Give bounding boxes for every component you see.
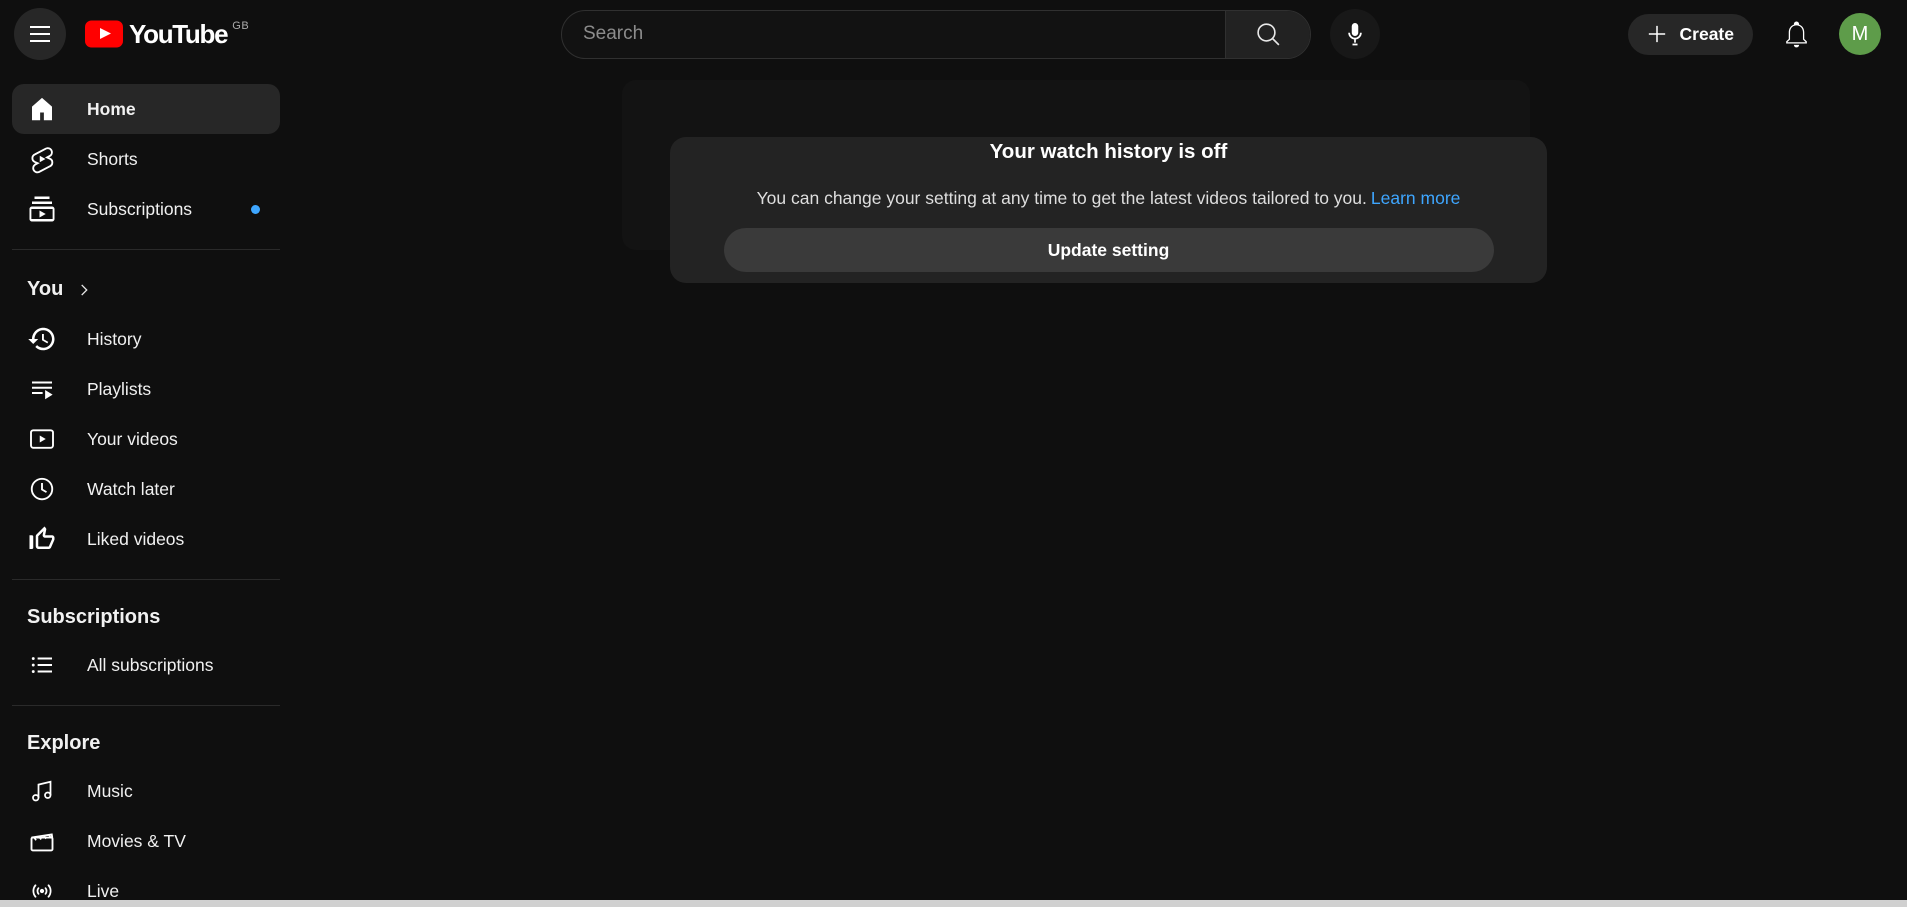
- shorts-icon: [27, 144, 57, 174]
- mic-button[interactable]: [1330, 9, 1380, 59]
- sidebar-item-movies-tv[interactable]: Movies & TV: [12, 816, 280, 866]
- learn-more-link[interactable]: Learn more: [1371, 188, 1461, 208]
- country-code: GB: [232, 20, 249, 32]
- your-videos-icon: [27, 424, 57, 454]
- sidebar-item-shorts[interactable]: Shorts: [12, 134, 280, 184]
- create-button[interactable]: Create: [1628, 14, 1753, 55]
- topbar-right: Create M: [1628, 0, 1881, 68]
- sidebar-item-label: Movies & TV: [87, 831, 186, 852]
- avatar-initial: M: [1852, 23, 1869, 46]
- sidebar-item-playlists[interactable]: Playlists: [12, 364, 280, 414]
- youtube-logo[interactable]: YouTube GB: [84, 18, 249, 51]
- youtube-wordmark: YouTube: [129, 18, 227, 51]
- sidebar-item-all-subscriptions[interactable]: All subscriptions: [12, 640, 280, 690]
- avatar[interactable]: M: [1839, 13, 1881, 55]
- banner-message: You can change your setting at any time …: [670, 189, 1547, 208]
- create-label: Create: [1680, 24, 1734, 45]
- liked-videos-icon: [27, 524, 57, 554]
- top-bar: YouTube GB Create: [0, 0, 1907, 68]
- sidebar-divider: [12, 579, 280, 580]
- youtube-play-icon: [84, 20, 124, 48]
- history-icon: [27, 324, 57, 354]
- sidebar: Home Shorts Subscriptions You History Pl…: [0, 68, 292, 907]
- sidebar-item-history[interactable]: History: [12, 314, 280, 364]
- sidebar-item-label: History: [87, 329, 141, 350]
- notifications-button[interactable]: [1775, 13, 1817, 55]
- notification-dot: [251, 205, 260, 214]
- sidebar-divider: [12, 249, 280, 250]
- sidebar-item-label: Liked videos: [87, 529, 184, 550]
- subscriptions-section-title: Subscriptions: [0, 594, 292, 640]
- sidebar-item-label: Music: [87, 781, 133, 802]
- sidebar-item-label: Subscriptions: [87, 199, 192, 220]
- sidebar-section-you[interactable]: You: [12, 264, 280, 314]
- home-icon: [27, 94, 57, 124]
- you-section-title: You: [27, 278, 63, 301]
- bell-icon: [1781, 19, 1812, 50]
- banner-title: Your watch history is off: [670, 140, 1547, 164]
- sidebar-item-label: Watch later: [87, 479, 175, 500]
- sidebar-item-liked-videos[interactable]: Liked videos: [12, 514, 280, 564]
- sidebar-item-subscriptions[interactable]: Subscriptions: [12, 184, 280, 234]
- sidebar-divider: [12, 705, 280, 706]
- explore-section-title: Explore: [0, 720, 292, 766]
- menu-button[interactable]: [14, 8, 66, 60]
- topbar-center: [561, 9, 1380, 59]
- watch-later-icon: [27, 474, 57, 504]
- topbar-left: YouTube GB: [0, 8, 249, 60]
- search-input[interactable]: [562, 11, 1225, 58]
- chevron-right-icon: [73, 279, 95, 301]
- sidebar-item-label: Shorts: [87, 149, 138, 170]
- search-box: [561, 10, 1311, 59]
- mic-icon: [1340, 19, 1370, 49]
- update-setting-button[interactable]: Update setting: [724, 228, 1494, 272]
- search-button[interactable]: [1225, 11, 1310, 58]
- sidebar-item-label: Playlists: [87, 379, 151, 400]
- all-subscriptions-icon: [27, 650, 57, 680]
- plus-icon: [1643, 20, 1671, 48]
- watch-history-banner: Your watch history is off You can change…: [670, 137, 1547, 283]
- sidebar-item-label: Live: [87, 881, 119, 902]
- sidebar-item-label: Home: [87, 99, 136, 120]
- search-icon: [1253, 19, 1283, 49]
- music-icon: [27, 776, 57, 806]
- subscriptions-icon: [27, 194, 57, 224]
- sidebar-item-home[interactable]: Home: [12, 84, 280, 134]
- hamburger-icon: [25, 19, 55, 49]
- banner-message-text: You can change your setting at any time …: [757, 188, 1367, 208]
- movies-tv-icon: [27, 826, 57, 856]
- sidebar-item-music[interactable]: Music: [12, 766, 280, 816]
- playlists-icon: [27, 374, 57, 404]
- sidebar-item-watch-later[interactable]: Watch later: [12, 464, 280, 514]
- sidebar-item-label: All subscriptions: [87, 655, 213, 676]
- bottom-edge-strip: [0, 900, 1907, 907]
- sidebar-item-your-videos[interactable]: Your videos: [12, 414, 280, 464]
- sidebar-item-label: Your videos: [87, 429, 178, 450]
